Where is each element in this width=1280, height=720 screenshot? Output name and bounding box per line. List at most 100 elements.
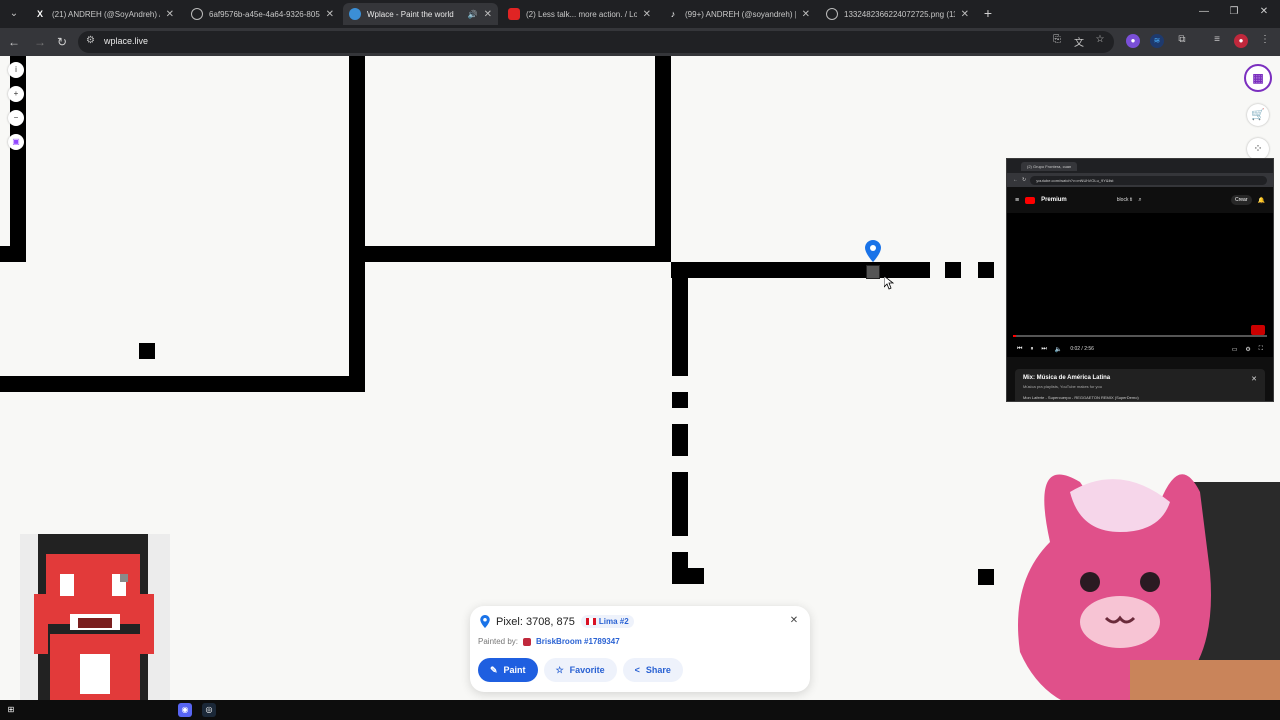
- pixel-coordinates: Pixel: 3708, 875: [496, 615, 575, 628]
- close-icon[interactable]: ✕: [1251, 375, 1257, 383]
- favorite-label: Favorite: [569, 665, 605, 675]
- bookmark-star-icon[interactable]: ☆: [1093, 34, 1107, 45]
- yt-mix-card[interactable]: Mix: Música de América Latina Música pra…: [1015, 369, 1265, 401]
- minimize-icon[interactable]: —: [1196, 6, 1212, 17]
- close-icon[interactable]: ✕: [326, 9, 334, 20]
- yt-header: ≡ Premium block ti ⌕ Crear 🔔: [1007, 187, 1273, 213]
- yt-search-input[interactable]: block ti: [1117, 197, 1133, 203]
- canvas-pixel-dot: [978, 262, 994, 278]
- share-button[interactable]: < Share: [622, 658, 683, 682]
- pixel-info-panel: Pixel: 3708, 875 Lima #2 ✕ Painted by: B…: [470, 606, 810, 692]
- reload-icon[interactable]: ↻: [54, 34, 70, 50]
- extension-wave-icon[interactable]: ≋: [1150, 34, 1164, 48]
- canvas-pixel-wall: [672, 424, 688, 456]
- extensions-puzzle-icon[interactable]: ⧉: [1175, 34, 1189, 45]
- close-icon[interactable]: ✕: [166, 9, 174, 20]
- browser-tab-strip: ⌄ X (21) ANDREH (@SoyAndreh) / X ✕ 6af95…: [0, 0, 1280, 28]
- close-icon[interactable]: ✕: [786, 613, 802, 629]
- globe-icon: [826, 8, 838, 20]
- yt-toolbar: ← ↻ youtube.com/watch?v=mNUhVOLu_9Y&list: [1007, 173, 1273, 187]
- canvas-pixel-wall: [0, 246, 26, 262]
- windows-start-icon[interactable]: ⊞: [4, 703, 18, 717]
- yt-tab[interactable]: (2) Grupo Frontera, cuan: [1021, 161, 1078, 171]
- info-icon[interactable]: i: [8, 62, 24, 78]
- canvas-pixel-dot: [672, 392, 688, 408]
- yt-video-player[interactable]: [1007, 213, 1273, 341]
- location-pin-icon: [865, 240, 881, 262]
- canvas-pixel-wall: [0, 376, 365, 392]
- close-icon[interactable]: ✕: [484, 9, 492, 20]
- install-app-icon[interactable]: ⎘: [1050, 34, 1064, 45]
- close-icon[interactable]: ✕: [961, 9, 969, 20]
- speaker-icon[interactable]: 🔊: [468, 10, 478, 19]
- selected-pixel[interactable]: [866, 265, 880, 279]
- restore-icon[interactable]: ❐: [1226, 6, 1242, 17]
- back-arrow-icon[interactable]: ←: [6, 34, 22, 50]
- pause-icon[interactable]: ⏸: [1030, 346, 1033, 353]
- back-arrow-icon[interactable]: ←: [1013, 177, 1018, 183]
- tab-title: Wplace - Paint the world: [367, 9, 454, 19]
- globe-icon: [191, 8, 203, 20]
- subtitles-icon[interactable]: ▭: [1232, 346, 1238, 353]
- profile-avatar[interactable]: ●: [1234, 34, 1248, 48]
- yt-progress-bar[interactable]: [1013, 335, 1267, 337]
- yt-address-bar[interactable]: youtube.com/watch?v=mNUhVOLu_9Y&list: [1030, 175, 1267, 185]
- star-icon: ☆: [555, 664, 564, 675]
- tab-uuid[interactable]: 6af9576b-a45e-4a64-9326-805 ✕: [185, 3, 340, 25]
- volume-icon[interactable]: 🔈: [1055, 346, 1062, 353]
- tab-wplace[interactable]: Wplace - Paint the world 🔊 ✕: [343, 3, 498, 25]
- reload-icon[interactable]: ↻: [1022, 177, 1026, 183]
- address-bar[interactable]: ⚙ wplace.live: [78, 31, 1114, 53]
- zoom-in-icon[interactable]: +: [8, 86, 24, 102]
- canvas-pixel-wall: [672, 278, 688, 376]
- twitch-icon[interactable]: ▣: [8, 134, 24, 150]
- close-window-icon[interactable]: ✕: [1256, 6, 1272, 17]
- paint-button[interactable]: ✎ Paint: [478, 658, 538, 682]
- painter-name[interactable]: BriskBroom #1789347: [536, 637, 620, 646]
- share-icon: <: [634, 665, 640, 675]
- painter-avatar-icon: [523, 637, 532, 646]
- tab-search-chevron-icon[interactable]: ⌄: [6, 6, 22, 22]
- close-icon[interactable]: ✕: [802, 9, 810, 20]
- user-avatar[interactable]: ▦: [1244, 64, 1272, 92]
- favorite-button[interactable]: ☆ Favorite: [543, 658, 617, 682]
- fullscreen-icon[interactable]: ⛶: [1259, 346, 1263, 353]
- map-controls: i + − ▣: [6, 62, 26, 150]
- bell-icon[interactable]: 🔔: [1258, 197, 1265, 204]
- tab-title: 1332482366224072725.png (11: [844, 9, 955, 19]
- extension-purple-icon[interactable]: ●: [1126, 34, 1140, 48]
- site-info-icon[interactable]: ⚙: [86, 35, 95, 46]
- tab-png[interactable]: 1332482366224072725.png (11 ✕: [820, 3, 975, 25]
- previous-icon[interactable]: ⏮: [1017, 346, 1022, 353]
- region-badge[interactable]: Lima #2: [580, 615, 634, 628]
- vtuber-overlay: [1018, 474, 1280, 720]
- tab-tiktok[interactable]: ♪ (99+) ANDREH (@soyandreh) | T ✕: [661, 3, 816, 25]
- steam-icon[interactable]: ◎: [202, 703, 216, 717]
- forward-arrow-icon[interactable]: →: [32, 34, 48, 50]
- paint-label: Paint: [503, 665, 526, 675]
- tab-x-andreh[interactable]: X (21) ANDREH (@SoyAndreh) / X ✕: [28, 3, 180, 25]
- translate-icon[interactable]: 文: [1072, 34, 1086, 49]
- reading-list-icon[interactable]: ≡: [1210, 34, 1224, 45]
- discord-icon[interactable]: ◉: [178, 703, 192, 717]
- settings-gear-icon[interactable]: ⚙: [1245, 346, 1250, 353]
- youtube-logo-icon[interactable]: [1025, 196, 1036, 204]
- shop-cart-icon[interactable]: 🛒: [1247, 104, 1269, 126]
- peru-flag-icon: [585, 618, 596, 625]
- zoom-out-icon[interactable]: −: [8, 110, 24, 126]
- hamburger-icon[interactable]: ≡: [1015, 197, 1019, 204]
- next-icon[interactable]: ⏭: [1041, 346, 1046, 353]
- pixel-info-header: Pixel: 3708, 875 Lima #2: [480, 615, 634, 628]
- x-logo-icon: X: [36, 9, 43, 19]
- painted-by-row: Painted by: BriskBroom #1789347: [478, 637, 620, 646]
- tiktok-icon: ♪: [670, 9, 676, 19]
- share-label: Share: [645, 665, 671, 675]
- menu-kebab-icon[interactable]: ⋮: [1258, 34, 1272, 45]
- yt-create-button[interactable]: Crear: [1231, 195, 1252, 205]
- leaderboard-icon[interactable]: ⁘: [1247, 138, 1269, 160]
- canvas-pixel-dot: [945, 262, 961, 278]
- close-icon[interactable]: ✕: [643, 9, 651, 20]
- new-tab-icon[interactable]: +: [980, 5, 996, 21]
- tab-youtube-less-talk[interactable]: (2) Less talk... more action. / Lo ✕: [502, 3, 657, 25]
- search-icon[interactable]: ⌕: [1138, 197, 1141, 204]
